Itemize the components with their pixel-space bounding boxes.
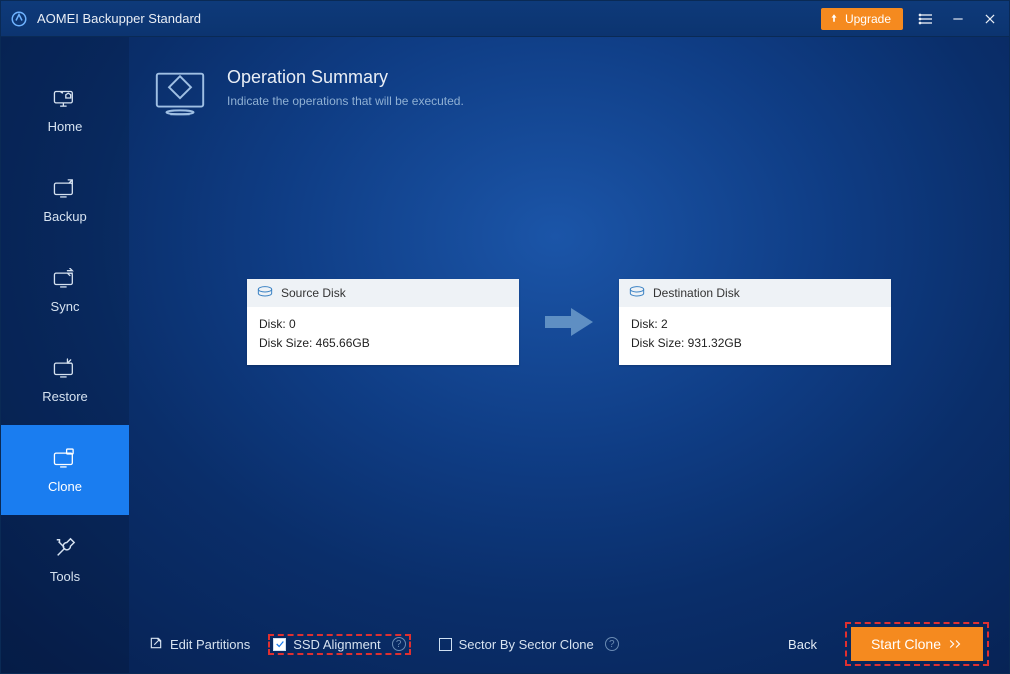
sidebar-item-restore[interactable]: Restore [1, 335, 129, 425]
sector-by-sector-label: Sector By Sector Clone [459, 637, 594, 652]
edit-partitions-label: Edit Partitions [170, 637, 250, 652]
sidebar-item-backup[interactable]: Backup [1, 155, 129, 245]
sidebar-item-home[interactable]: Home [1, 65, 129, 155]
app-logo-icon [9, 9, 29, 29]
start-clone-label: Start Clone [871, 636, 941, 652]
destination-disk-size: Disk Size: 931.32GB [631, 334, 879, 353]
disk-icon [257, 286, 273, 301]
disk-icon [629, 286, 645, 301]
page-header: Operation Summary Indicate the operation… [129, 37, 1009, 119]
destination-disk-id: Disk: 2 [631, 315, 879, 334]
sidebar-item-tools[interactable]: Tools [1, 515, 129, 605]
page-title: Operation Summary [227, 67, 464, 88]
sidebar-label: Sync [51, 299, 80, 314]
tools-icon [51, 537, 79, 559]
back-button[interactable]: Back [778, 631, 827, 658]
sync-icon [51, 267, 79, 289]
destination-disk-header: Destination Disk [653, 286, 740, 300]
restore-icon [51, 357, 79, 379]
upgrade-icon [829, 12, 839, 26]
source-disk-id: Disk: 0 [259, 315, 507, 334]
page-subtitle: Indicate the operations that will be exe… [227, 94, 464, 108]
chevron-right-icon [949, 636, 963, 652]
edit-partitions-button[interactable]: Edit Partitions [149, 636, 250, 653]
help-icon[interactable]: ? [605, 637, 619, 651]
minimize-icon[interactable] [949, 10, 967, 28]
ssd-alignment-checkbox[interactable]: SSD Alignment ? [273, 637, 405, 652]
close-icon[interactable] [981, 10, 999, 28]
destination-disk-card: Destination Disk Disk: 2 Disk Size: 931.… [619, 279, 891, 365]
ssd-alignment-label: SSD Alignment [293, 637, 380, 652]
arrow-right-icon [539, 302, 599, 342]
sidebar-label: Clone [48, 479, 82, 494]
start-clone-button[interactable]: Start Clone [851, 627, 983, 661]
sidebar-label: Backup [43, 209, 86, 224]
upgrade-label: Upgrade [845, 12, 891, 26]
app-title: AOMEI Backupper Standard [37, 11, 201, 26]
edit-icon [149, 636, 163, 653]
sidebar-label: Tools [50, 569, 80, 584]
sector-by-sector-checkbox[interactable]: Sector By Sector Clone ? [439, 637, 619, 652]
sidebar-item-sync[interactable]: Sync [1, 245, 129, 335]
sidebar-label: Home [48, 119, 83, 134]
sidebar-item-clone[interactable]: Clone [1, 425, 129, 515]
menu-icon[interactable] [917, 10, 935, 28]
checkbox-icon [273, 638, 286, 651]
home-icon [51, 87, 79, 109]
checkbox-icon [439, 638, 452, 651]
sidebar: Home Backup Sync Restore [1, 37, 129, 673]
summary-icon [151, 67, 209, 119]
help-icon[interactable]: ? [392, 637, 406, 651]
source-disk-header: Source Disk [281, 286, 346, 300]
source-disk-size: Disk Size: 465.66GB [259, 334, 507, 353]
source-disk-card: Source Disk Disk: 0 Disk Size: 465.66GB [247, 279, 519, 365]
backup-icon [51, 177, 79, 199]
upgrade-button[interactable]: Upgrade [821, 8, 903, 30]
sidebar-label: Restore [42, 389, 88, 404]
clone-icon [51, 447, 79, 469]
